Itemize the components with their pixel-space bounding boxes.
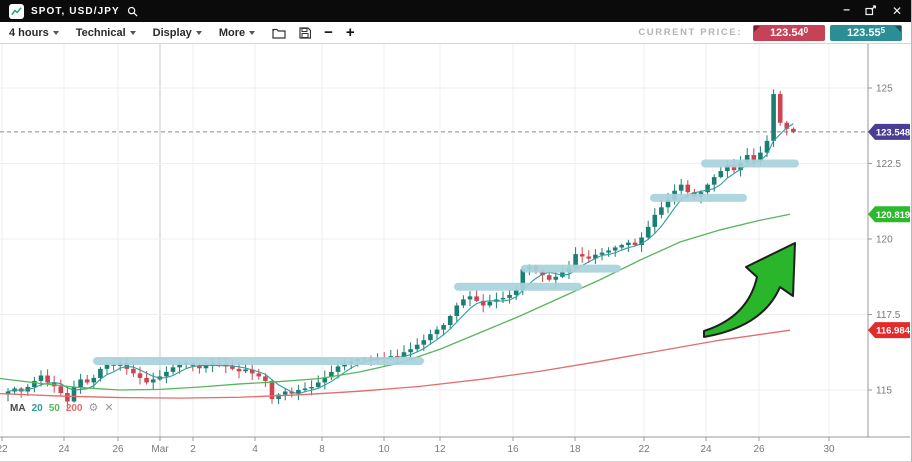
price-marker-badge: 120.819 (868, 206, 910, 222)
svg-text:22: 22 (638, 444, 650, 455)
zoom-out-button[interactable]: − (324, 24, 333, 41)
indicator-name: MA (10, 403, 26, 414)
minimize-button[interactable]: – (843, 3, 850, 15)
chevron-down-icon (53, 31, 59, 35)
symbol-title: SPOT, USD/JPY (31, 6, 120, 17)
ask-price-pip: 5 (881, 26, 885, 36)
svg-text:123.548: 123.548 (876, 127, 910, 138)
svg-text:26: 26 (112, 444, 124, 455)
price-marker-badge: 123.548 (868, 124, 910, 140)
technical-label: Technical (76, 27, 126, 39)
bid-price-value: 123.54 (770, 27, 804, 39)
candlestick-chart[interactable]: 222426Mar2481012161822242630125122.51201… (0, 44, 912, 462)
save-icon[interactable] (299, 27, 311, 39)
open-folder-icon[interactable] (272, 27, 286, 39)
svg-text:12: 12 (434, 444, 446, 455)
window-controls: – ✕ (843, 5, 902, 18)
more-dropdown[interactable]: More (219, 27, 255, 39)
search-icon[interactable] (127, 6, 138, 17)
svg-text:10: 10 (378, 444, 390, 455)
svg-text:18: 18 (569, 444, 581, 455)
svg-text:Mar: Mar (151, 444, 169, 455)
display-dropdown[interactable]: Display (153, 27, 202, 39)
svg-text:120.819: 120.819 (876, 210, 910, 221)
chevron-down-icon (130, 31, 136, 35)
timeframe-label: 4 hours (9, 27, 49, 39)
chevron-down-icon (249, 31, 255, 35)
up-trend-arrow (704, 243, 795, 337)
svg-text:120: 120 (876, 235, 893, 246)
svg-text:24: 24 (58, 444, 70, 455)
svg-text:125: 125 (876, 84, 893, 95)
svg-text:4: 4 (252, 444, 258, 455)
chart-toolbar: 4 hours Technical Display More − + CURRE… (0, 22, 911, 44)
display-label: Display (153, 27, 192, 39)
svg-text:2: 2 (190, 444, 196, 455)
ask-price-value: 123.55 (847, 27, 881, 39)
svg-text:115: 115 (876, 386, 892, 397)
indicator-remove-icon[interactable]: ✕ (104, 403, 113, 414)
bid-price-pip: 0 (804, 26, 808, 36)
timeframe-dropdown[interactable]: 4 hours (9, 27, 59, 39)
svg-text:24: 24 (700, 444, 712, 455)
svg-text:22: 22 (0, 444, 8, 455)
svg-text:122.5: 122.5 (876, 159, 901, 170)
price-marker-badge: 116.984 (868, 322, 911, 338)
title-bar: SPOT, USD/JPY – ✕ (0, 0, 911, 22)
more-label: More (219, 27, 245, 39)
ask-price-badge: 123.555 (830, 25, 902, 41)
indicator-legend: MA 20 50 200 ⚙ ✕ (10, 403, 114, 414)
ma20-period-label: 20 (32, 403, 43, 414)
chart-canvas[interactable]: 222426Mar2481012161822242630125122.51201… (0, 44, 911, 462)
svg-text:16: 16 (507, 444, 519, 455)
svg-text:116.984: 116.984 (876, 326, 911, 337)
trading-app-window: SPOT, USD/JPY – ✕ 4 hours Technical Disp… (0, 0, 912, 462)
close-button[interactable]: ✕ (892, 5, 902, 17)
app-logo-icon (9, 4, 24, 19)
svg-text:30: 30 (823, 444, 835, 455)
svg-text:8: 8 (319, 444, 325, 455)
ma20-line (8, 124, 793, 394)
indicator-settings-gear-icon[interactable]: ⚙ (89, 403, 99, 414)
svg-text:117.5: 117.5 (876, 310, 901, 321)
ma50-period-label: 50 (49, 403, 60, 414)
current-price-label: CURRENT PRICE: (638, 27, 742, 38)
popout-button[interactable] (865, 5, 877, 18)
chevron-down-icon (196, 31, 202, 35)
technical-dropdown[interactable]: Technical (76, 27, 136, 39)
ma200-period-label: 200 (66, 403, 83, 414)
zoom-in-button[interactable]: + (346, 24, 355, 41)
svg-text:26: 26 (753, 444, 765, 455)
bid-price-badge: 123.540 (753, 25, 825, 41)
